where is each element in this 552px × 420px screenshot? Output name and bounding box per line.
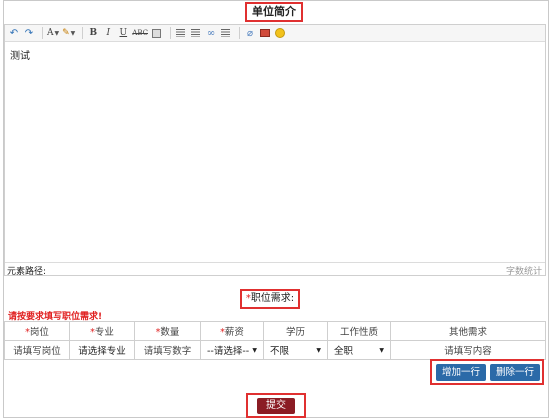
font-color-icon: A	[47, 28, 54, 38]
job-type-select[interactable]: 全职 ▼	[327, 340, 391, 360]
underline-button[interactable]: U	[117, 27, 129, 40]
align-center-button[interactable]	[190, 27, 202, 40]
column-label: 数量	[160, 327, 180, 338]
rich-text-editor[interactable]: ↶ ↷ A ▼ ✎ ▼ B I U ABC ∞ ⌀ 测试 元素路径: 字数统计	[4, 24, 546, 277]
job-type-select-value: 全职	[334, 346, 354, 357]
column-header-major: *专业	[69, 321, 135, 341]
smiley-icon	[274, 28, 285, 38]
submit-button[interactable]: 提交	[257, 398, 295, 414]
table-header-row: *岗位 *专业 *数量 *薪资 学历 工作性质 其他需求	[4, 321, 546, 341]
remove-format-button[interactable]	[151, 27, 163, 40]
delete-row-button[interactable]: 删除一行	[490, 364, 540, 381]
paperclip-icon: ⌀	[246, 27, 253, 39]
chain-link-icon: ∞	[206, 27, 216, 39]
other-requirements-input[interactable]: 请填写内容	[390, 340, 546, 360]
font-color-button[interactable]: A ▼	[47, 27, 59, 40]
chevron-down-icon: ▼	[316, 346, 321, 354]
toolbar-divider	[82, 27, 84, 39]
highlighter-icon: ✎	[62, 28, 70, 38]
undo-icon[interactable]: ↶	[8, 27, 20, 40]
section-title: 单位简介	[245, 2, 303, 22]
align-left-button[interactable]	[175, 27, 187, 40]
align-center-icon	[191, 29, 201, 37]
education-select[interactable]: 不限 ▼	[263, 340, 328, 360]
strikethrough-button[interactable]: ABC	[132, 27, 148, 40]
unlink-button[interactable]	[220, 27, 232, 40]
align-left-icon	[176, 29, 186, 37]
chevron-down-icon: ▼	[379, 346, 384, 354]
link-button[interactable]: ∞	[205, 27, 217, 40]
emoticon-button[interactable]	[274, 27, 286, 40]
attachment-button[interactable]: ⌀	[244, 27, 256, 40]
chevron-down-icon: ▼	[252, 346, 257, 354]
italic-button[interactable]: I	[102, 27, 114, 40]
eraser-icon	[152, 28, 162, 38]
image-icon	[259, 29, 270, 37]
toolbar-divider	[169, 27, 171, 39]
column-label: 薪资	[224, 327, 244, 338]
unlink-icon	[221, 29, 231, 37]
word-count-label: 字数统计	[505, 267, 542, 277]
submit-highlight: 提交	[246, 393, 306, 418]
column-header-salary: *薪资	[200, 321, 264, 341]
insert-image-button[interactable]	[259, 27, 271, 40]
major-select[interactable]: 请选择专业	[69, 340, 135, 360]
salary-select[interactable]: --请选择-- ▼	[200, 340, 264, 360]
column-header-job-type: 工作性质	[327, 321, 391, 341]
chevron-down-icon: ▼	[54, 29, 60, 37]
column-header-quantity: *数量	[134, 321, 201, 341]
chevron-down-icon: ▼	[70, 29, 76, 37]
toolbar-divider	[238, 27, 240, 39]
editor-statusbar: 元素路径: 字数统计	[5, 262, 545, 277]
column-header-position: *岗位	[4, 321, 70, 341]
editor-toolbar: ↶ ↷ A ▼ ✎ ▼ B I U ABC ∞ ⌀	[5, 25, 545, 42]
redo-icon[interactable]: ↷	[23, 27, 35, 40]
highlight-color-button[interactable]: ✎ ▼	[62, 27, 75, 40]
requirements-header-label: 职位需求:	[250, 293, 295, 304]
element-path-label: 元素路径:	[7, 267, 47, 277]
toolbar-divider	[42, 27, 43, 39]
column-header-education: 学历	[263, 321, 328, 341]
column-label: 专业	[94, 327, 114, 338]
requirements-table: *岗位 *专业 *数量 *薪资 学历 工作性质 其他需求 请填写岗位 请选择专业…	[4, 321, 546, 360]
position-input[interactable]: 请填写岗位	[4, 340, 70, 360]
bold-button[interactable]: B	[87, 27, 99, 40]
column-header-other: 其他需求	[390, 321, 546, 341]
column-label: 岗位	[29, 327, 49, 338]
table-row: 请填写岗位 请选择专业 请填写数字 --请选择-- ▼ 不限 ▼ 全职 ▼ 请填写内容	[4, 340, 546, 360]
education-select-value: 不限	[270, 346, 290, 357]
editor-content[interactable]: 测试	[10, 47, 30, 62]
row-actions-highlight: 增加一行 删除一行	[430, 359, 544, 385]
salary-select-value: --请选择--	[207, 346, 250, 357]
add-row-button[interactable]: 增加一行	[436, 364, 486, 381]
requirements-header: *职位需求:	[240, 289, 300, 309]
quantity-input[interactable]: 请填写数字	[134, 340, 201, 360]
